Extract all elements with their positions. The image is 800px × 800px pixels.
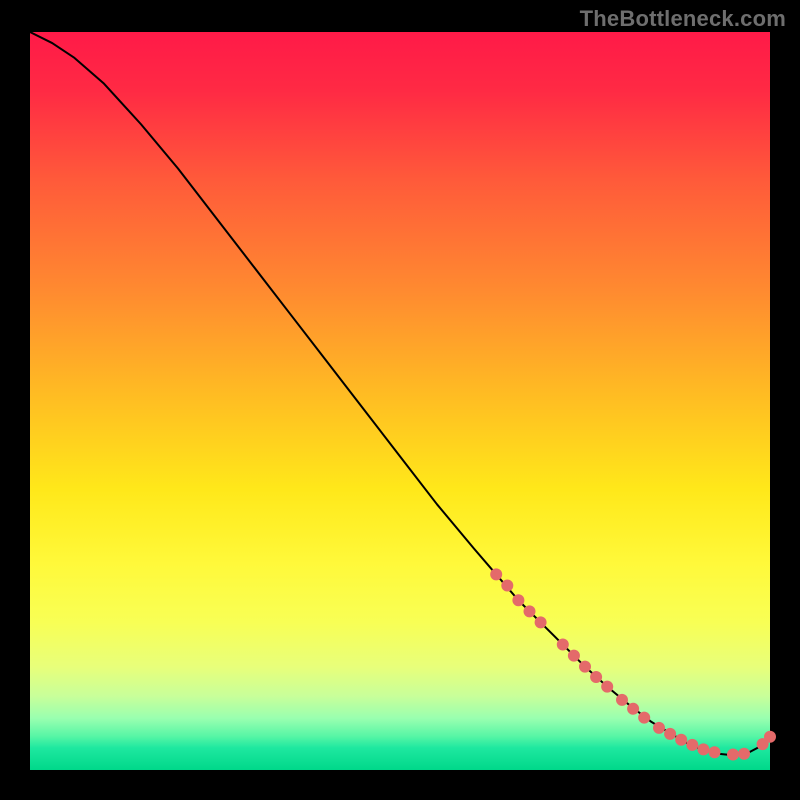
highlight-point bbox=[557, 639, 569, 651]
highlight-point bbox=[638, 712, 650, 724]
bottleneck-chart bbox=[0, 0, 800, 800]
highlight-point bbox=[653, 722, 665, 734]
watermark-label: TheBottleneck.com bbox=[580, 6, 786, 32]
highlight-point bbox=[512, 594, 524, 606]
highlight-point bbox=[590, 671, 602, 683]
highlight-point bbox=[764, 731, 776, 743]
highlight-point bbox=[727, 749, 739, 761]
highlight-point bbox=[664, 728, 676, 740]
highlight-point bbox=[601, 681, 613, 693]
highlight-point bbox=[709, 746, 721, 758]
highlight-point bbox=[535, 616, 547, 628]
highlight-point bbox=[675, 734, 687, 746]
highlight-point bbox=[501, 580, 513, 592]
plot-background bbox=[30, 32, 770, 770]
highlight-point bbox=[616, 694, 628, 706]
chart-container: TheBottleneck.com bbox=[0, 0, 800, 800]
highlight-point bbox=[697, 743, 709, 755]
highlight-point bbox=[738, 748, 750, 760]
highlight-point bbox=[524, 605, 536, 617]
highlight-point bbox=[686, 739, 698, 751]
highlight-point bbox=[579, 661, 591, 673]
highlight-point bbox=[490, 568, 502, 580]
highlight-point bbox=[627, 703, 639, 715]
highlight-point bbox=[568, 650, 580, 662]
